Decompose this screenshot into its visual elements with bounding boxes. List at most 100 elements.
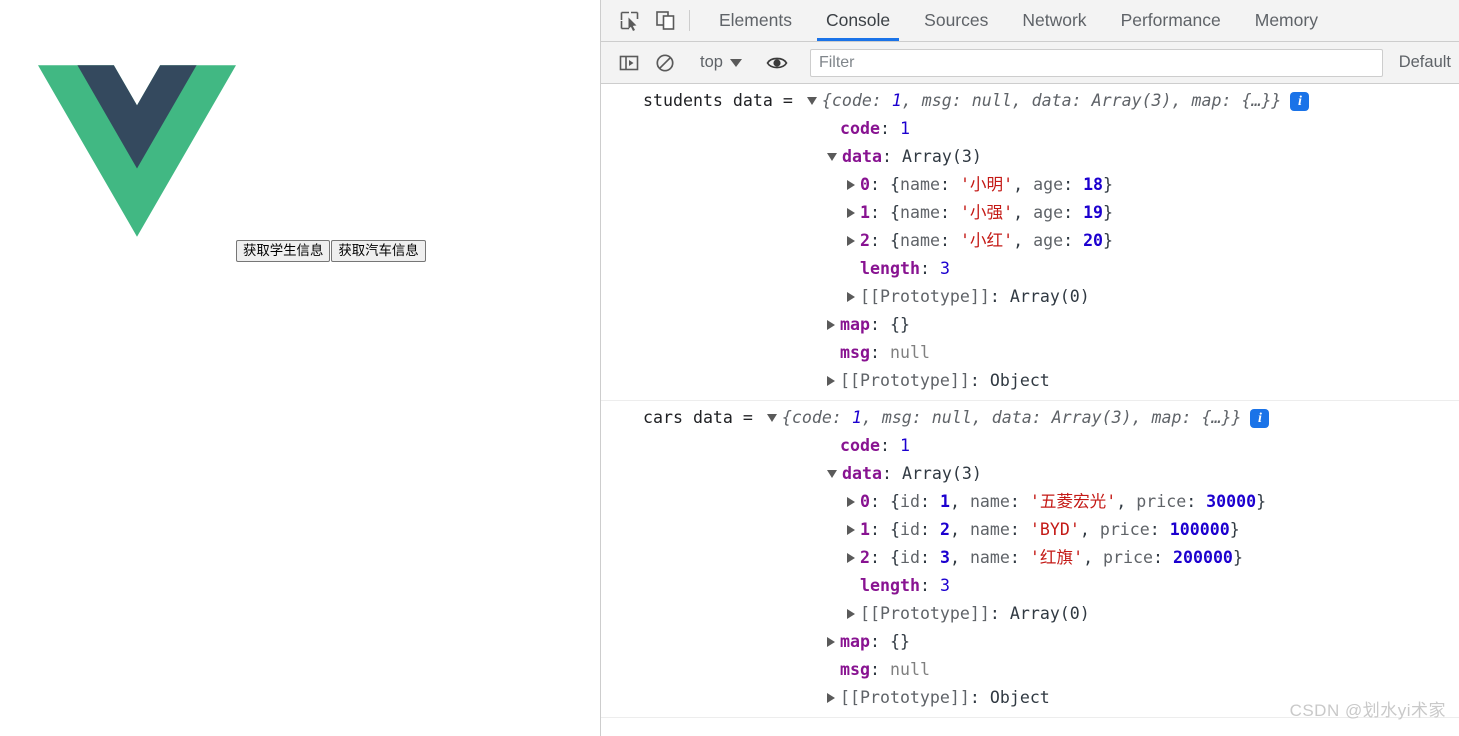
property-value: {id: 2, name: 'BYD', price: 100000} [889, 520, 1240, 539]
console-property-row[interactable]: 1: {id: 2, name: 'BYD', price: 100000} [601, 516, 1459, 544]
disclosure-triangle-icon[interactable] [806, 97, 817, 105]
console-filter-input[interactable] [809, 48, 1383, 77]
property-key: [[Prototype]] [840, 371, 970, 390]
action-button-row: 获取学生信息 获取汽车信息 [236, 240, 426, 263]
property-value: null [889, 660, 930, 679]
disclosure-triangle-icon[interactable] [847, 553, 855, 563]
execution-context-label: top [700, 53, 723, 71]
property-value: Array(3) [901, 147, 982, 166]
device-toolbar-icon[interactable] [647, 0, 683, 41]
info-icon[interactable]: i [1250, 408, 1270, 428]
inspect-element-icon[interactable] [611, 0, 647, 41]
log-level-select[interactable]: Default [1385, 53, 1459, 72]
console-sidebar-icon[interactable] [611, 53, 647, 73]
execution-context-select[interactable]: top [696, 53, 746, 72]
property-key: length [860, 576, 920, 595]
get-cars-button[interactable]: 获取汽车信息 [331, 240, 426, 263]
disclosure-triangle-icon[interactable] [827, 376, 835, 386]
property-key: [[Prototype]] [860, 604, 990, 623]
property-separator: : [870, 492, 890, 511]
console-log-entry[interactable]: students data = {code: 1, msg: null, data… [601, 84, 1459, 401]
tab-elements[interactable]: Elements [702, 0, 809, 41]
console-property-row[interactable]: [[Prototype]]: Object [601, 684, 1459, 712]
console-property-row[interactable]: map: {} [601, 311, 1459, 339]
console-log-entry[interactable]: cars data = {code: 1, msg: null, data: Ar… [601, 401, 1459, 718]
property-separator: : [870, 520, 890, 539]
tab-network[interactable]: Network [1005, 0, 1103, 41]
property-value: {} [889, 315, 910, 334]
property-value: 1 [899, 119, 910, 138]
tab-network-label: Network [1022, 10, 1087, 30]
web-page-pane: 获取学生信息 获取汽车信息 [0, 0, 600, 736]
property-key: data [842, 147, 882, 166]
property-value: 3 [939, 259, 950, 278]
tab-performance[interactable]: Performance [1104, 0, 1238, 41]
property-key: map [840, 315, 870, 334]
tab-memory[interactable]: Memory [1238, 0, 1335, 41]
clear-console-icon[interactable] [647, 53, 683, 73]
console-property-row[interactable]: 2: {id: 3, name: '红旗', price: 200000} [601, 544, 1459, 572]
property-separator: : [879, 436, 900, 455]
property-separator: : [919, 259, 940, 278]
property-value: Object [989, 688, 1050, 707]
tab-performance-label: Performance [1120, 10, 1221, 30]
console-property-row[interactable]: code: 1 [601, 115, 1459, 143]
property-value: {id: 3, name: '红旗', price: 200000} [889, 548, 1243, 567]
console-property-row[interactable]: 1: {name: '小强', age: 19} [601, 199, 1459, 227]
disclosure-triangle-icon[interactable] [847, 292, 855, 302]
tab-console[interactable]: Console [809, 0, 907, 41]
get-students-button[interactable]: 获取学生信息 [236, 240, 331, 263]
console-property-row[interactable]: 0: {name: '小明', age: 18} [601, 171, 1459, 199]
console-property-row[interactable]: map: {} [601, 628, 1459, 656]
live-expression-icon[interactable] [759, 53, 795, 73]
chevron-down-icon [729, 58, 742, 67]
console-property-row[interactable]: 2: {name: '小红', age: 20} [601, 227, 1459, 255]
property-value: {name: '小红', age: 20} [889, 231, 1114, 250]
disclosure-triangle-icon[interactable] [847, 236, 855, 246]
property-separator: : [869, 343, 890, 362]
console-property-row[interactable]: code: 1 [601, 432, 1459, 460]
property-key: 2 [860, 231, 870, 250]
property-value: Array(3) [901, 464, 982, 483]
console-property-row[interactable]: [[Prototype]]: Object [601, 367, 1459, 395]
console-property-row[interactable]: [[Prototype]]: Array(0) [601, 283, 1459, 311]
disclosure-triangle-icon[interactable] [827, 153, 837, 161]
console-property-row[interactable]: data: Array(3) [601, 143, 1459, 171]
disclosure-triangle-icon[interactable] [827, 320, 835, 330]
console-property-row[interactable]: 0: {id: 1, name: '五菱宏光', price: 30000} [601, 488, 1459, 516]
disclosure-triangle-icon[interactable] [827, 637, 835, 647]
disclosure-triangle-icon[interactable] [847, 497, 855, 507]
disclosure-triangle-icon[interactable] [847, 609, 855, 619]
disclosure-triangle-icon[interactable] [847, 208, 855, 218]
property-value: {id: 1, name: '五菱宏光', price: 30000} [889, 492, 1267, 511]
console-entry-label: cars data = [643, 408, 753, 427]
disclosure-triangle-icon[interactable] [847, 180, 855, 190]
console-property-row[interactable]: msg: null [601, 339, 1459, 367]
property-value: {name: '小强', age: 19} [889, 203, 1114, 222]
property-separator: : [869, 315, 890, 334]
browser-window: 获取学生信息 获取汽车信息 Elements Console Sources N… [0, 0, 1459, 736]
console-property-row[interactable]: data: Array(3) [601, 460, 1459, 488]
property-value: Object [989, 371, 1050, 390]
property-value: {name: '小明', age: 18} [889, 175, 1114, 194]
info-icon[interactable]: i [1290, 91, 1310, 111]
console-property-row[interactable]: [[Prototype]]: Array(0) [601, 600, 1459, 628]
devtools-tab-list: Elements Console Sources Network Perform… [702, 0, 1335, 41]
property-key: code [840, 119, 880, 138]
disclosure-triangle-icon[interactable] [827, 693, 835, 703]
console-entry-header: cars data = {code: 1, msg: null, data: Ar… [601, 404, 1459, 432]
console-property-row[interactable]: length: 3 [601, 255, 1459, 283]
property-key: msg [840, 660, 870, 679]
console-filter-bar: top Default [601, 42, 1459, 84]
disclosure-triangle-icon[interactable] [766, 414, 777, 422]
console-property-row[interactable]: length: 3 [601, 572, 1459, 600]
console-property-row[interactable]: msg: null [601, 656, 1459, 684]
property-separator: : [870, 548, 890, 567]
object-preview: {code: 1, msg: null, data: Array(3), map… [821, 91, 1282, 110]
tab-sources[interactable]: Sources [907, 0, 1005, 41]
console-message-list[interactable]: students data = {code: 1, msg: null, data… [601, 84, 1459, 736]
disclosure-triangle-icon[interactable] [847, 525, 855, 535]
disclosure-triangle-icon[interactable] [827, 470, 837, 478]
property-key: 1 [860, 520, 870, 539]
property-separator: : [969, 371, 990, 390]
